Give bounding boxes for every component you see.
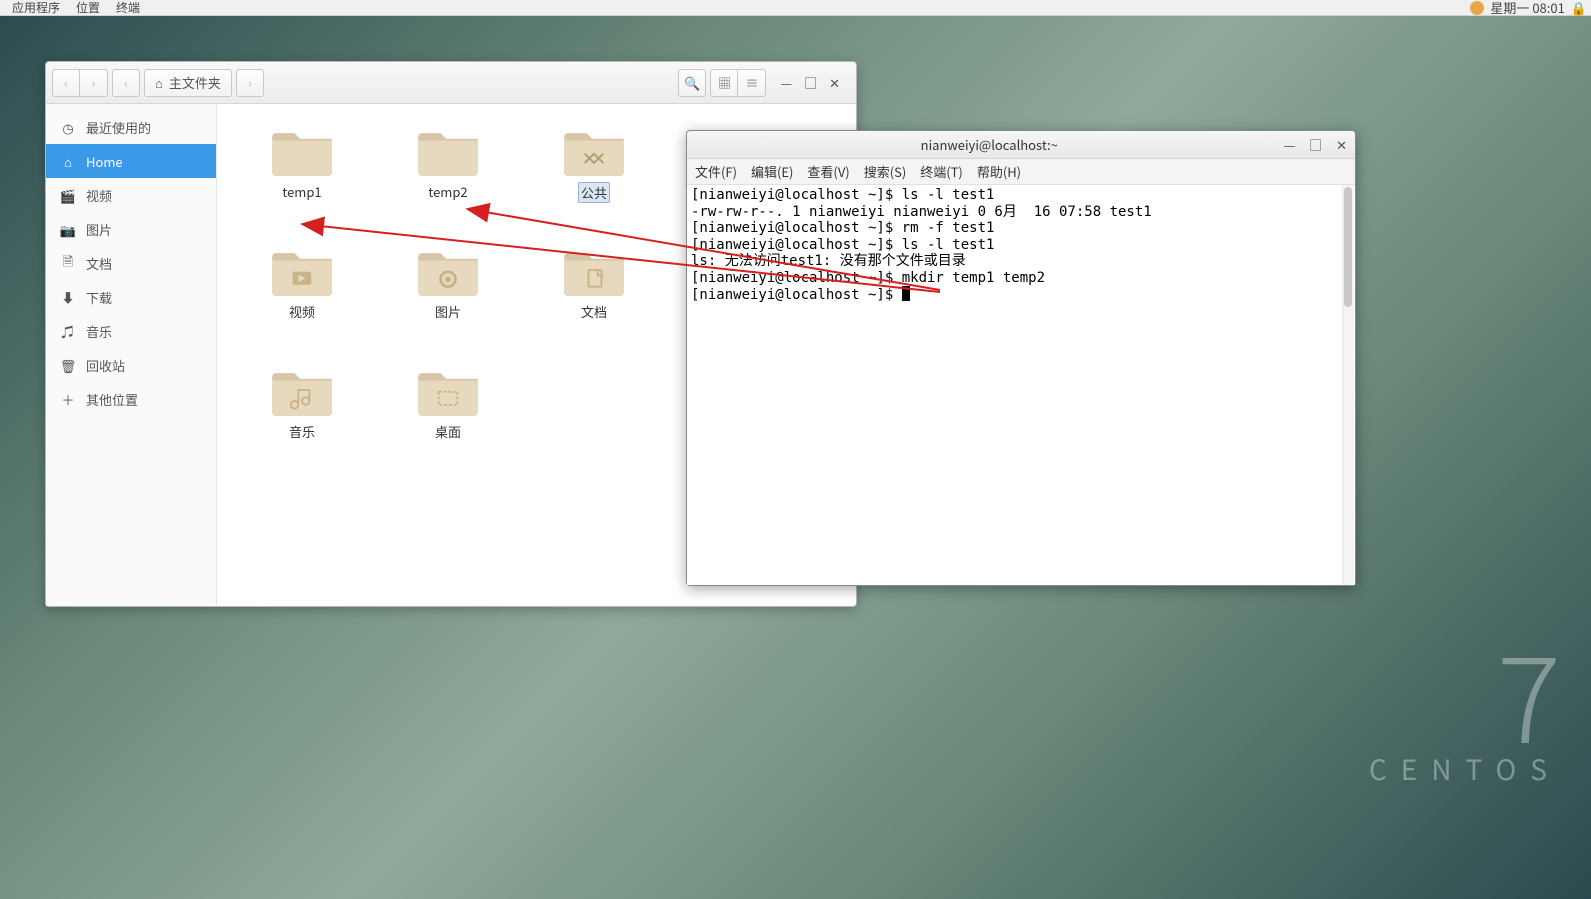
home-icon: ⌂ — [60, 152, 76, 171]
term-title: nianweiyi@localhost:~ — [695, 135, 1283, 154]
folder-icon — [268, 362, 336, 416]
sidebar-item-home[interactable]: ⌂ Home — [46, 144, 216, 178]
sidebar-item-clock[interactable]: ◷ 最近使用的 — [46, 110, 216, 144]
term-menu-item[interactable]: 编辑(E) — [751, 162, 793, 181]
term-close-button[interactable]: ✕ — [1336, 135, 1347, 154]
term-menu-item[interactable]: 搜索(S) — [864, 162, 907, 181]
folder-音乐[interactable]: 音乐 — [229, 362, 375, 482]
sound-icon[interactable] — [1470, 1, 1484, 15]
folder-icon — [414, 122, 482, 176]
sidebar-item-trash[interactable]: 🗑 回收站 — [46, 348, 216, 382]
sidebar-item-label: 其他位置 — [86, 390, 138, 409]
centos-watermark: 7 CENTOS — [1369, 643, 1561, 789]
download-icon: ⬇ — [60, 288, 76, 307]
terminal-window: nianweiyi@localhost:~ — □ ✕ 文件(F) 编辑(E) 查看… — [686, 130, 1356, 586]
folder-图片[interactable]: 图片 — [375, 242, 521, 362]
minimize-button[interactable]: — — [780, 73, 792, 92]
folder-label: 公共 — [578, 182, 610, 203]
term-minimize-button[interactable]: — — [1283, 135, 1295, 154]
folder-文档[interactable]: 文档 — [521, 242, 667, 362]
back-button[interactable]: ‹ — [52, 69, 80, 97]
path-label: 主文件夹 — [169, 73, 221, 92]
fm-titlebar: ‹ › ‹ ⌂ 主文件夹 › 🔍 ▦ ≡ — □ ✕ — [46, 62, 856, 104]
music-icon: ♫ — [60, 322, 76, 341]
folder-label: 图片 — [435, 302, 461, 321]
path-next-button[interactable]: › — [236, 69, 264, 97]
folder-公共[interactable]: 公共 — [521, 122, 667, 242]
term-output: [nianweiyi@localhost ~]$ ls -l test1 -rw… — [691, 187, 1351, 304]
icon-view-button[interactable]: ▦ — [710, 69, 738, 97]
sidebar-item-label: 图片 — [86, 220, 112, 239]
term-body[interactable]: [nianweiyi@localhost ~]$ ls -l test1 -rw… — [687, 185, 1355, 585]
close-button[interactable]: ✕ — [829, 73, 840, 92]
sidebar-item-video[interactable]: 🎬 视频 — [46, 178, 216, 212]
sidebar-item-label: 音乐 — [86, 322, 112, 341]
clock-icon: ◷ — [60, 118, 76, 137]
top-panel: 应用程序 位置 终端 星期一 08:01 🔒 — [0, 0, 1591, 16]
folder-label: 桌面 — [435, 422, 461, 441]
term-menubar: 文件(F) 编辑(E) 查看(V) 搜索(S) 终端(T) 帮助(H) — [687, 159, 1355, 185]
folder-label: temp1 — [282, 182, 321, 201]
term-menu-item[interactable]: 帮助(H) — [977, 162, 1021, 181]
panel-places[interactable]: 位置 — [68, 0, 108, 16]
plus-icon: ＋ — [60, 390, 76, 409]
image-icon: 📷 — [60, 220, 76, 239]
term-menu-item[interactable]: 查看(V) — [807, 162, 849, 181]
path-button-home[interactable]: ⌂ 主文件夹 — [144, 69, 232, 97]
sidebar-item-label: 下载 — [86, 288, 112, 307]
folder-icon — [414, 362, 482, 416]
panel-terminal[interactable]: 终端 — [108, 0, 148, 16]
forward-button[interactable]: › — [80, 69, 108, 97]
search-button[interactable]: 🔍 — [678, 69, 706, 97]
folder-icon — [268, 122, 336, 176]
term-maximize-button[interactable]: □ — [1309, 135, 1322, 154]
search-icon: 🔍 — [684, 73, 700, 92]
lock-icon[interactable]: 🔒 — [1571, 0, 1587, 17]
folder-icon — [560, 122, 628, 176]
folder-label: 音乐 — [289, 422, 315, 441]
folder-桌面[interactable]: 桌面 — [375, 362, 521, 482]
sidebar-item-image[interactable]: 📷 图片 — [46, 212, 216, 246]
folder-temp2[interactable]: temp2 — [375, 122, 521, 242]
sidebar-item-label: 视频 — [86, 186, 112, 205]
folder-icon — [560, 242, 628, 296]
term-menu-item[interactable]: 文件(F) — [695, 162, 737, 181]
sidebar-item-download[interactable]: ⬇ 下载 — [46, 280, 216, 314]
folder-icon — [268, 242, 336, 296]
term-cursor — [902, 286, 910, 301]
folder-temp1[interactable]: temp1 — [229, 122, 375, 242]
trash-icon: 🗑 — [60, 356, 76, 375]
folder-视频[interactable]: 视频 — [229, 242, 375, 362]
term-titlebar: nianweiyi@localhost:~ — □ ✕ — [687, 131, 1355, 159]
sidebar-item-label: Home — [86, 152, 123, 171]
folder-label: 文档 — [581, 302, 607, 321]
video-icon: 🎬 — [60, 186, 76, 205]
folder-icon — [414, 242, 482, 296]
list-view-button[interactable]: ≡ — [738, 69, 766, 97]
doc-icon: 🗎 — [60, 251, 76, 275]
panel-clock: 星期一 08:01 — [1490, 0, 1564, 17]
maximize-button[interactable]: □ — [804, 73, 817, 92]
sidebar-item-doc[interactable]: 🗎 文档 — [46, 246, 216, 280]
sidebar-item-label: 回收站 — [86, 356, 125, 375]
term-menu-item[interactable]: 终端(T) — [920, 162, 963, 181]
sidebar-item-label: 最近使用的 — [86, 118, 151, 137]
sidebar-item-plus[interactable]: ＋ 其他位置 — [46, 382, 216, 416]
home-icon: ⌂ — [155, 73, 163, 92]
folder-label: temp2 — [428, 182, 467, 201]
panel-apps[interactable]: 应用程序 — [4, 0, 68, 16]
sidebar-item-music[interactable]: ♫ 音乐 — [46, 314, 216, 348]
folder-label: 视频 — [289, 302, 315, 321]
path-prev-button[interactable]: ‹ — [112, 69, 140, 97]
sidebar-item-label: 文档 — [86, 254, 112, 273]
fm-sidebar: ◷ 最近使用的 ⌂ Home 🎬 视频 📷 图片 🗎 文档 ⬇ 下载 ♫ 音乐 🗑 回收站 ＋ 其他位置 — [46, 104, 217, 606]
term-scrollbar[interactable] — [1342, 185, 1354, 585]
